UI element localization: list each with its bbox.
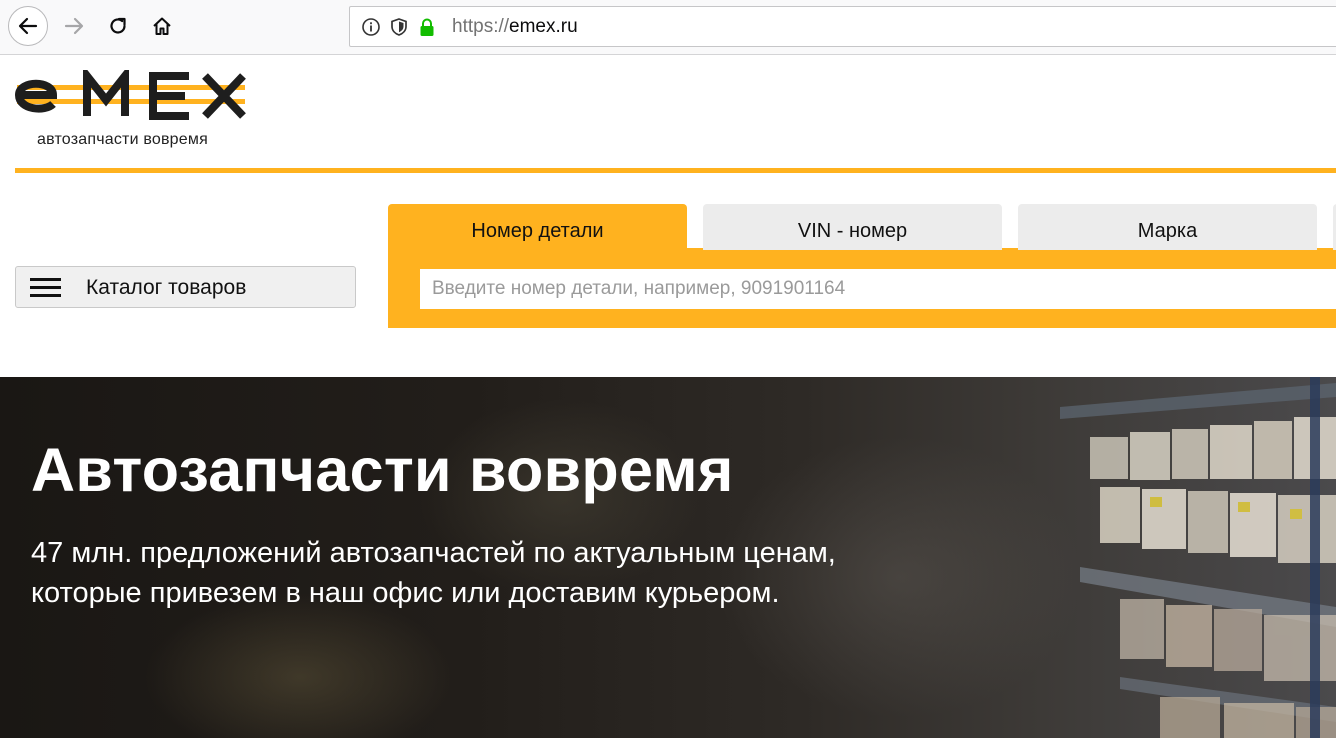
reload-button[interactable] xyxy=(100,8,136,44)
catalog-button[interactable]: Каталог товаров xyxy=(15,266,356,308)
browser-toolbar: https://emex.ru xyxy=(0,0,1336,55)
reload-icon xyxy=(110,17,126,34)
home-icon xyxy=(153,17,171,35)
info-icon[interactable] xyxy=(360,16,382,38)
back-arrow-icon xyxy=(18,17,38,35)
hero-subtitle: 47 млн. предложений автозапчастей по акт… xyxy=(31,533,1031,613)
hero-title: Автозапчасти вовремя xyxy=(31,436,734,504)
shield-icon[interactable] xyxy=(388,16,410,38)
url-protocol: https:// xyxy=(452,16,510,37)
hero-banner: Автозапчасти вовремя 47 млн. предложений… xyxy=(0,377,1336,738)
lock-icon[interactable] xyxy=(416,16,438,38)
site-tagline: автозапчасти вовремя xyxy=(37,131,208,148)
tab-brand[interactable]: Марка xyxy=(1018,204,1317,250)
url-host: emex.ru xyxy=(509,16,578,37)
search-input[interactable] xyxy=(420,269,1336,309)
home-button[interactable] xyxy=(144,8,180,44)
hero-subtitle-line-1: 47 млн. предложений автозапчастей по акт… xyxy=(31,537,836,569)
hamburger-menu-icon xyxy=(30,278,61,297)
catalog-button-label: Каталог товаров xyxy=(86,276,247,299)
tab-part-number[interactable]: Номер детали xyxy=(388,204,687,250)
url-text[interactable]: https://emex.ru xyxy=(452,16,578,38)
header-divider xyxy=(15,168,1336,173)
tab-vin-number[interactable]: VIN - номер xyxy=(703,204,1002,250)
hero-subtitle-line-2: которые привезем в наш офис или доставим… xyxy=(31,577,780,609)
back-button[interactable] xyxy=(8,6,48,46)
forward-button[interactable] xyxy=(56,8,92,44)
forward-arrow-icon xyxy=(64,17,84,35)
emex-logo-mark xyxy=(14,64,246,120)
address-bar[interactable]: https://emex.ru xyxy=(349,6,1336,47)
